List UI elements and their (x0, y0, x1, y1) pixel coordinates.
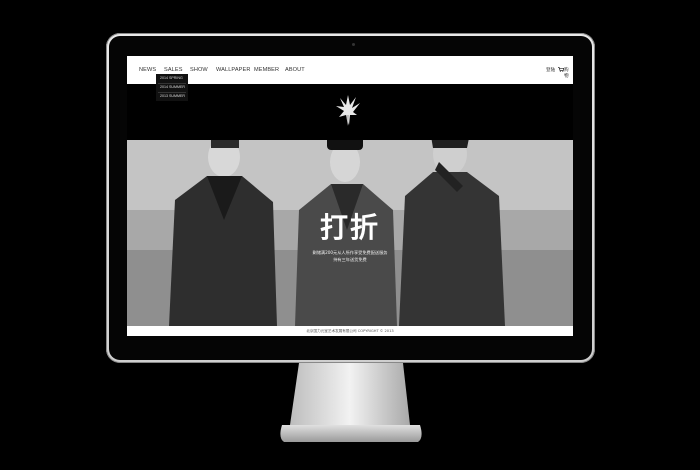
nav-about[interactable]: ABOUT (285, 67, 305, 73)
nav-member[interactable]: MEMBER (254, 67, 279, 73)
brand-logo-icon[interactable] (335, 91, 361, 129)
dropdown-item-2013-summer[interactable]: 2013 SUMMER (160, 94, 185, 98)
copyright-text: 北京国力元宝艺术发展有限公司 COPYRIGHT © 2013 (306, 329, 394, 333)
nav-wallpaper[interactable]: WALLPAPER (216, 67, 250, 73)
logo-banner (127, 84, 573, 140)
login-link[interactable]: 登陆 (546, 67, 555, 73)
top-navigation: NEWS SALES SHOW WALLPAPER MEMBER ABOUT 登… (127, 56, 573, 84)
hero-title: 打折 (319, 211, 380, 244)
hero-subtitle-line-2: 持有三年送货免费 (333, 257, 367, 262)
dropdown-item-2014-summer[interactable]: 2014 SUMMER (160, 85, 185, 89)
dropdown-divider (158, 92, 186, 93)
dropdown-item-2014-spring[interactable]: 2014 SPRING (160, 76, 183, 80)
cart-link[interactable]: 购物 (564, 67, 573, 79)
nav-sales[interactable]: SALES (164, 67, 183, 73)
hero-banner[interactable]: 打折 剩储满200元从人所作享受免费配送服务 持有三年送货免费 (127, 140, 573, 326)
sales-dropdown-menu: 2014 SPRING 2014 SUMMER 2013 SUMMER (156, 74, 188, 101)
nav-news[interactable]: NEWS (139, 67, 156, 73)
page-footer: 北京国力元宝艺术发展有限公司 COPYRIGHT © 2013 (127, 326, 573, 336)
dropdown-divider (158, 83, 186, 84)
website-screen: NEWS SALES SHOW WALLPAPER MEMBER ABOUT 登… (127, 56, 573, 336)
nav-show[interactable]: SHOW (190, 67, 208, 73)
hero-subtitle-line-1: 剩储满200元从人所作享受免费配送服务 (312, 250, 388, 255)
